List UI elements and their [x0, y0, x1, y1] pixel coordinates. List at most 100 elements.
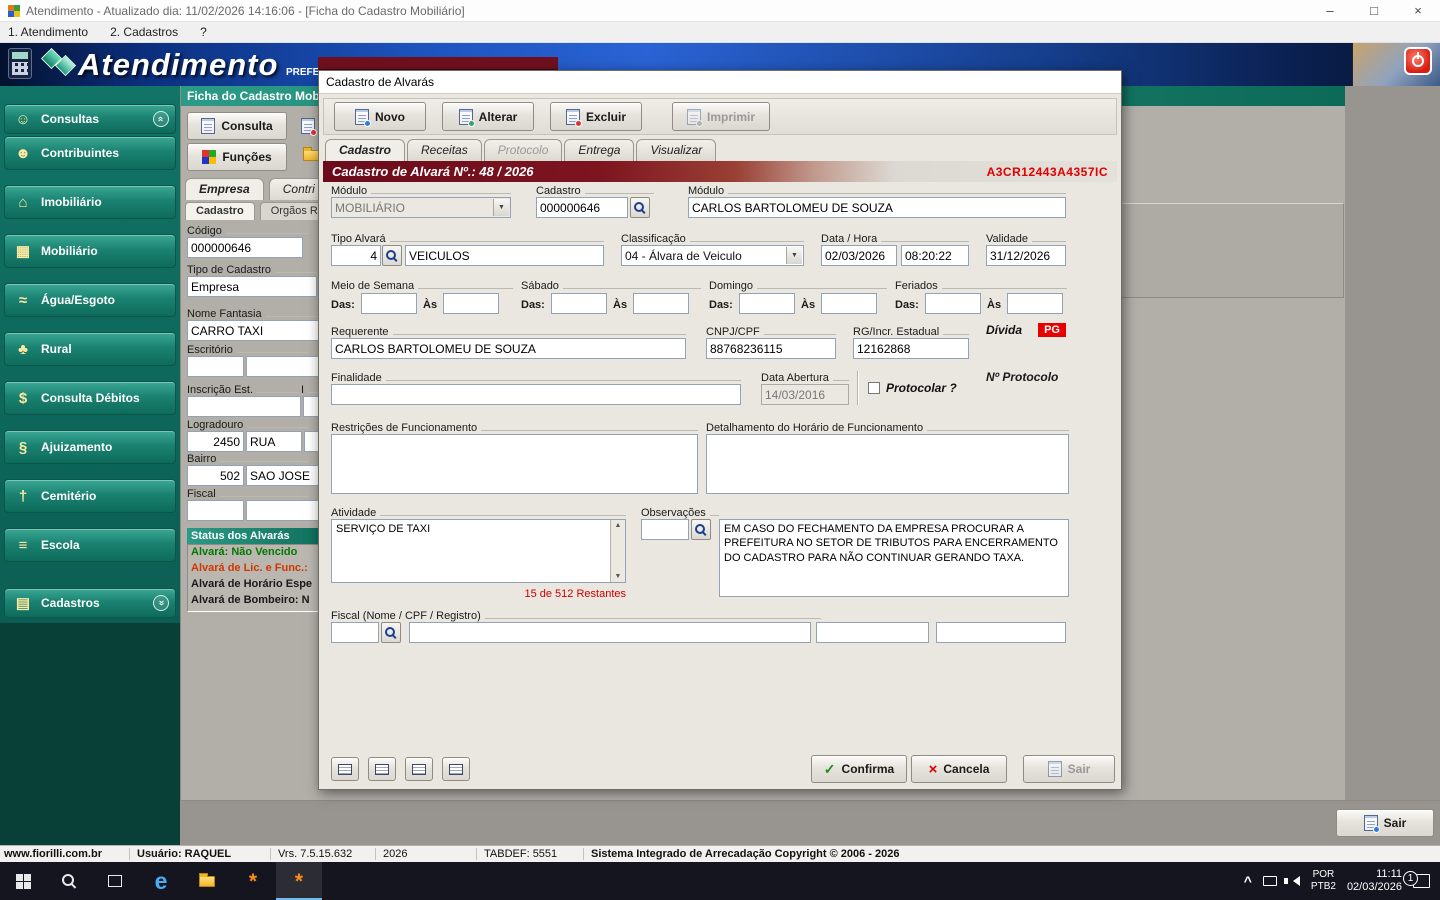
escritorio-num-field[interactable] — [187, 356, 244, 377]
data-field[interactable] — [821, 245, 897, 266]
tab-cadastro-modal[interactable]: Cadastro — [325, 139, 405, 161]
minimize-button[interactable]: – — [1308, 0, 1352, 22]
excluir-button[interactable]: Excluir — [550, 102, 642, 131]
feriados-das-field[interactable] — [925, 293, 981, 314]
logradouro-num-field[interactable] — [187, 431, 244, 452]
maximize-button[interactable]: □ — [1352, 0, 1396, 22]
start-button[interactable] — [0, 862, 46, 900]
observacoes-textarea[interactable]: EM CASO DO FECHAMENTO DA EMPRESA PROCURA… — [719, 519, 1069, 597]
menu-help[interactable]: ? — [200, 25, 207, 39]
sidebar-item-consulta-debitos[interactable]: $ Consulta Débitos — [4, 381, 176, 415]
codigo-field[interactable] — [187, 237, 303, 258]
partial-checklist-icon[interactable] — [301, 118, 315, 134]
scroll-up-icon[interactable]: ▲ — [615, 522, 622, 529]
sabado-as-field[interactable] — [633, 293, 689, 314]
dataset-nav-button-3[interactable] — [405, 757, 433, 781]
cadastro-num-field[interactable] — [536, 197, 628, 218]
cadastro-search-button[interactable] — [630, 197, 650, 218]
meio-das-field[interactable] — [361, 293, 417, 314]
confirma-button[interactable]: ✓ Confirma — [811, 755, 907, 783]
protocolar-checkbox[interactable] — [868, 382, 880, 394]
domingo-as-field[interactable] — [821, 293, 877, 314]
speaker-icon[interactable] — [1288, 876, 1300, 886]
sidebar-item-agua-esgoto[interactable]: ≈ Água/Esgoto — [4, 283, 176, 317]
imprimir-button[interactable]: Imprimir — [672, 102, 770, 131]
dataset-nav-button-4[interactable] — [442, 757, 470, 781]
fiscal-cpf-field[interactable] — [816, 622, 929, 643]
fiscal-registro-field[interactable] — [936, 622, 1066, 643]
classificacao-select[interactable]: 04 - Álvara de Veiculo ▼ — [621, 245, 804, 266]
hora-field[interactable] — [901, 245, 969, 266]
sidebar-item-escola[interactable]: ≡ Escola — [4, 528, 176, 562]
funcoes-button[interactable]: Funções — [187, 143, 287, 171]
scroll-down-icon[interactable]: ▼ — [615, 573, 622, 580]
observacoes-search-button[interactable] — [691, 519, 711, 540]
chevron-down-icon[interactable]: ▼ — [493, 199, 509, 216]
modal-sair-button[interactable]: Sair — [1023, 755, 1115, 783]
hidden-icons-chevron[interactable]: ^ — [1244, 873, 1252, 889]
sidebar-item-mobiliario[interactable]: ▦ Mobiliário — [4, 234, 176, 268]
requerente-field[interactable] — [331, 338, 686, 359]
task-view-button[interactable] — [92, 862, 138, 900]
tab-protocolo[interactable]: Protocolo — [484, 139, 563, 161]
fiscal-nome-field[interactable] — [409, 622, 811, 643]
fiorilli-app-button-1[interactable]: * — [230, 862, 276, 900]
taskbar-search-button[interactable] — [46, 862, 92, 900]
fiorilli-app-button-2[interactable]: * — [276, 862, 322, 900]
cancela-button[interactable]: × Cancela — [911, 755, 1007, 783]
tipo-alvara-field[interactable] — [405, 245, 604, 266]
chevron-down-icon[interactable]: ▼ — [786, 247, 802, 264]
domingo-das-field[interactable] — [739, 293, 795, 314]
fiscal-search-button[interactable] — [381, 622, 401, 643]
meio-as-field[interactable] — [443, 293, 499, 314]
sidebar-section-cadastros[interactable]: ▤ Cadastros « — [4, 588, 176, 618]
fiscal-num-field[interactable] — [187, 500, 244, 521]
finalidade-field[interactable] — [331, 384, 741, 405]
atividade-textarea[interactable]: SERVIÇO DE TAXI — [331, 519, 626, 583]
alterar-button[interactable]: Alterar — [442, 102, 534, 131]
tipo-alvara-search-button[interactable] — [382, 245, 402, 266]
tab-receitas[interactable]: Receitas — [407, 139, 482, 161]
menu-cadastros[interactable]: 2. Cadastros — [110, 25, 178, 39]
novo-button[interactable]: Novo — [334, 102, 426, 131]
consulta-button[interactable]: Consulta — [187, 112, 287, 140]
edge-button[interactable]: e — [138, 862, 184, 900]
dataset-nav-button-2[interactable] — [368, 757, 396, 781]
power-button[interactable] — [1404, 47, 1432, 75]
bairro-num-field[interactable] — [187, 465, 244, 486]
validade-field[interactable] — [986, 245, 1066, 266]
menu-atendimento[interactable]: 1. Atendimento — [8, 25, 88, 39]
detalhamento-textarea[interactable] — [706, 434, 1069, 494]
sidebar-item-ajuizamento[interactable]: § Ajuizamento — [4, 430, 176, 464]
language-indicator[interactable]: POR PTB2 — [1311, 869, 1336, 893]
sidebar-section-consultas[interactable]: ☺ Consultas « — [4, 104, 176, 134]
sidebar-item-contribuintes[interactable]: ☻ Contribuintes — [4, 136, 176, 170]
data-abertura-field[interactable] — [761, 384, 849, 405]
cnpj-cpf-field[interactable] — [706, 338, 836, 359]
rg-field[interactable] — [853, 338, 969, 359]
logradouro-field[interactable] — [246, 431, 302, 452]
tab-entrega[interactable]: Entrega — [564, 139, 634, 161]
taskbar-clock[interactable]: 11:11 02/03/2026 — [1347, 868, 1402, 894]
modulo2-field[interactable] — [688, 197, 1066, 218]
tipo-cadastro-field[interactable] — [187, 276, 317, 297]
observacoes-code-field[interactable] — [641, 519, 689, 540]
folder-icon[interactable] — [303, 150, 319, 161]
feriados-as-field[interactable] — [1007, 293, 1063, 314]
main-sair-button[interactable]: Sair — [1336, 809, 1434, 837]
collapse-down-icon[interactable]: « — [153, 595, 169, 611]
sidebar-item-rural[interactable]: ♣ Rural — [4, 332, 176, 366]
modulo-select[interactable]: MOBILIÁRIO ▼ — [331, 197, 511, 218]
close-button[interactable]: × — [1396, 0, 1440, 22]
sabado-das-field[interactable] — [551, 293, 607, 314]
tab-visualizar[interactable]: Visualizar — [636, 139, 716, 161]
inscricao-field[interactable] — [187, 396, 301, 417]
collapse-up-icon[interactable]: « — [153, 111, 169, 127]
fiscal-code-field[interactable] — [331, 622, 379, 643]
scrollbar[interactable]: ▲ ▼ — [610, 520, 625, 582]
file-explorer-button[interactable] — [184, 862, 230, 900]
tab-empresa[interactable]: Empresa — [185, 178, 264, 200]
tipo-alvara-num-field[interactable] — [331, 245, 381, 266]
action-center-icon[interactable]: 1 — [1413, 874, 1430, 888]
sidebar-item-cemiterio[interactable]: † Cemitério — [4, 479, 176, 513]
